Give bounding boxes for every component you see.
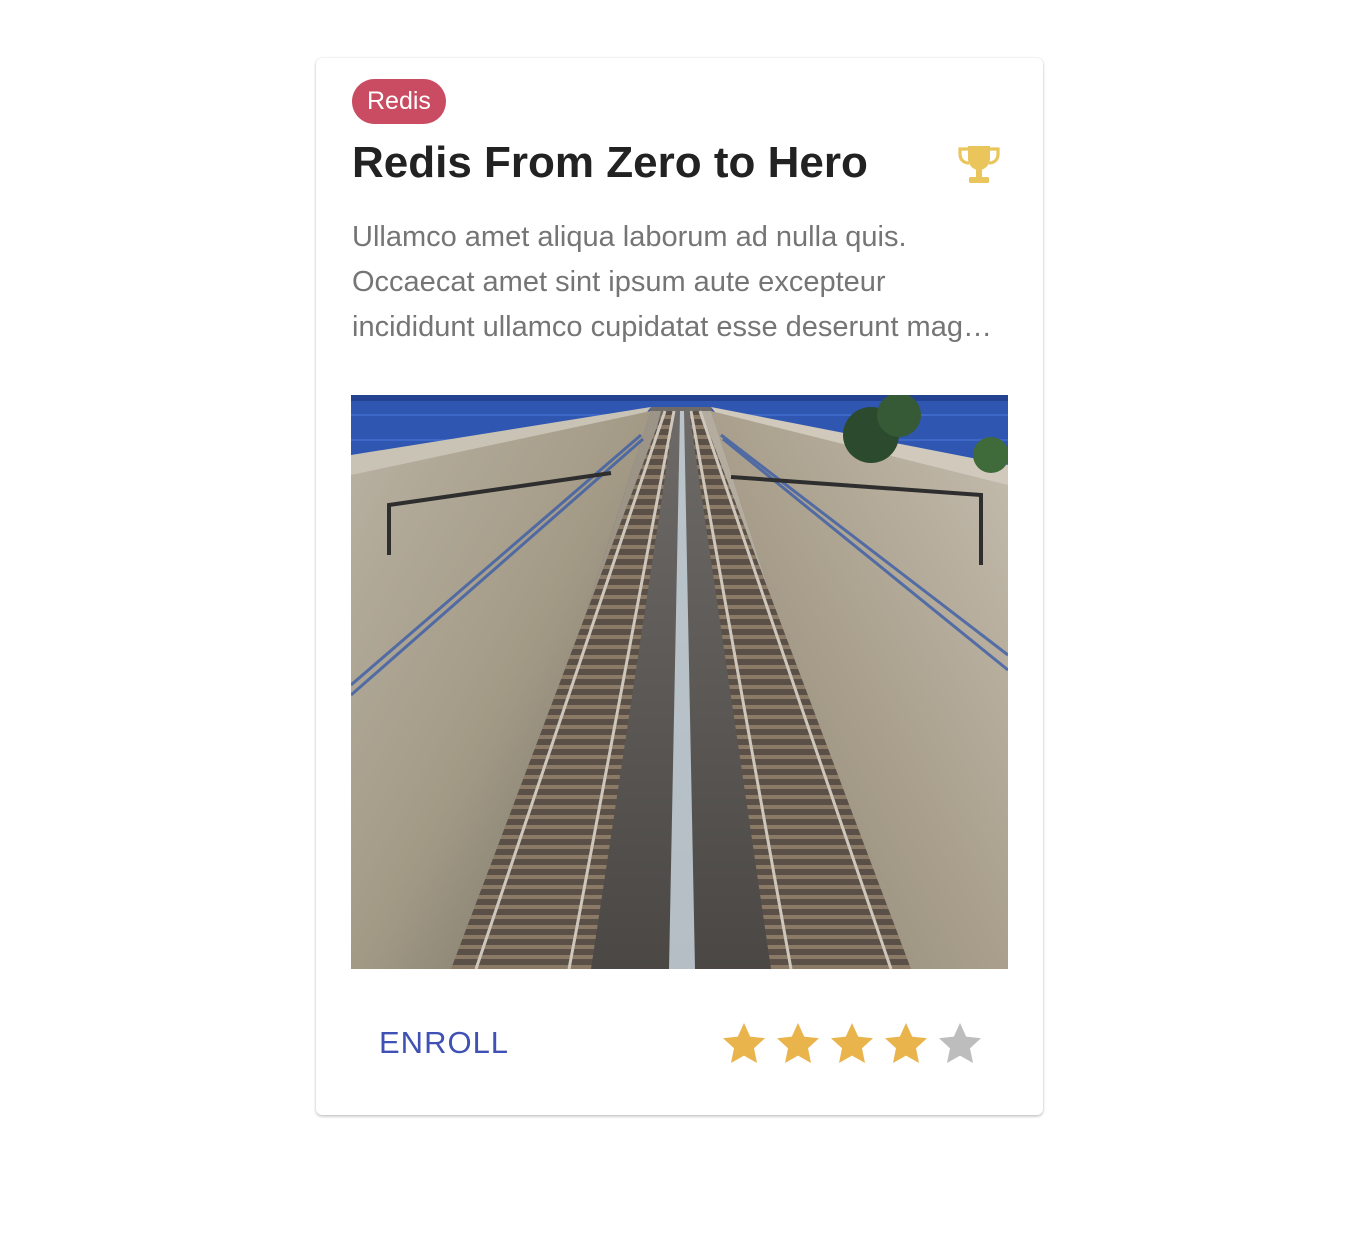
- course-tag[interactable]: Redis: [352, 79, 446, 124]
- course-title: Redis From Zero to Hero: [352, 138, 868, 187]
- star-icon[interactable]: [774, 1020, 822, 1068]
- course-image: [351, 395, 1008, 969]
- course-card: Redis Redis From Zero to Hero Ullamco am…: [316, 58, 1043, 1115]
- star-icon[interactable]: [720, 1020, 768, 1068]
- enroll-button[interactable]: ENROLL: [363, 1018, 525, 1068]
- star-rating[interactable]: [720, 1020, 984, 1070]
- star-icon[interactable]: [828, 1020, 876, 1068]
- course-description: Ullamco amet aliqua laborum ad nulla qui…: [352, 221, 996, 343]
- star-icon[interactable]: [882, 1020, 930, 1068]
- star-icon[interactable]: [936, 1020, 984, 1068]
- trophy-icon: [958, 146, 1000, 183]
